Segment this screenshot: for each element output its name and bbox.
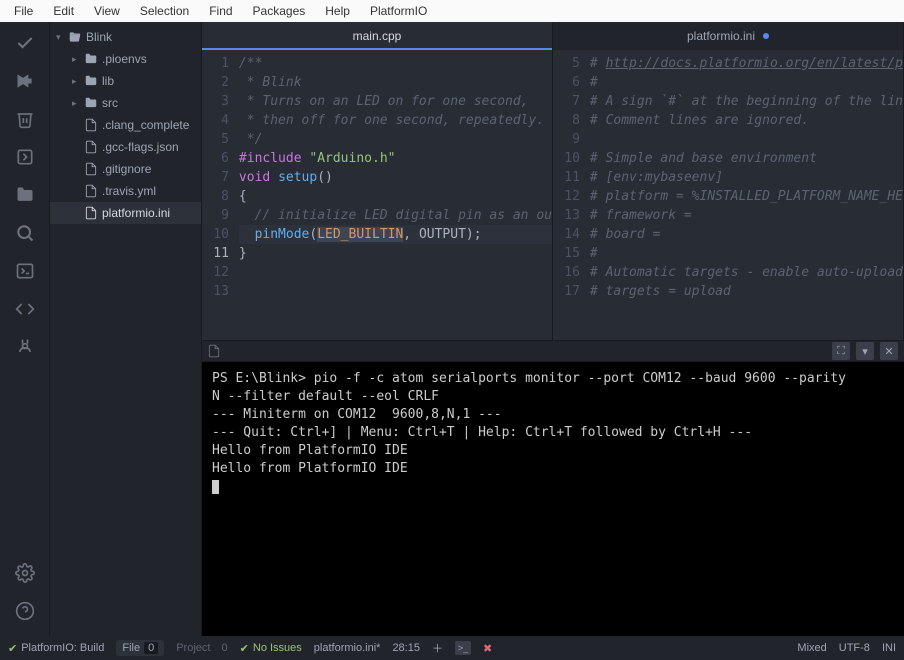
status-add-terminal[interactable]: ＋ xyxy=(432,640,443,656)
tree-root[interactable]: ▾ Blink xyxy=(50,26,201,48)
tabs-row: main.cpp platformio.ini xyxy=(202,22,904,50)
folder-icon[interactable] xyxy=(14,184,36,206)
tab-label: main.cpp xyxy=(353,29,402,43)
menu-file[interactable]: File xyxy=(4,2,43,20)
pane-footer: ⛶ ▾ ✕ xyxy=(202,340,904,362)
gutter: 12345678910111213 xyxy=(202,50,239,340)
init-icon[interactable] xyxy=(14,146,36,168)
status-language[interactable]: INI xyxy=(882,642,896,654)
menu-platformio[interactable]: PlatformIO xyxy=(360,2,437,20)
tree-file[interactable]: .clang_complete xyxy=(50,114,201,136)
modified-dot-icon xyxy=(763,33,769,39)
tree-label: platformio.ini xyxy=(102,206,170,220)
tree-label: lib xyxy=(102,74,114,88)
status-issues[interactable]: ✔No Issues xyxy=(240,642,302,655)
tree-label: .gcc-flags.json xyxy=(102,140,179,154)
tree-folder[interactable]: ▸.pioenvs xyxy=(50,48,201,70)
tree-file[interactable]: .gitignore xyxy=(50,158,201,180)
tree-label: .clang_complete xyxy=(102,118,189,132)
folder-icon xyxy=(84,52,98,66)
terminal-fullscreen-icon[interactable]: ⛶ xyxy=(832,342,850,360)
settings-icon[interactable] xyxy=(14,562,36,584)
folder-icon xyxy=(84,96,98,110)
check-icon[interactable] xyxy=(14,32,36,54)
count: 0 xyxy=(222,642,228,654)
status-encoding[interactable]: UTF-8 xyxy=(839,642,870,654)
menu-selection[interactable]: Selection xyxy=(130,2,199,20)
file-icon xyxy=(84,140,98,154)
tree-root-label: Blink xyxy=(86,30,112,44)
file-icon xyxy=(84,162,98,176)
count: 0 xyxy=(144,642,158,654)
editor-left[interactable]: 12345678910111213 /** * Blink * Turns on… xyxy=(202,50,553,340)
menu-edit[interactable]: Edit xyxy=(43,2,84,20)
tree-label: src xyxy=(102,96,118,110)
terminal-close-icon[interactable]: ✕ xyxy=(880,342,898,360)
upload-icon[interactable] xyxy=(14,70,36,92)
code-body[interactable]: # http://docs.platformio.org/en/latest/p… xyxy=(590,50,903,340)
status-file-count[interactable]: File 0 xyxy=(116,640,164,656)
menu-packages[interactable]: Packages xyxy=(243,2,316,20)
terminal-icon[interactable] xyxy=(14,260,36,282)
status-line-ending[interactable]: Mixed xyxy=(797,642,826,654)
label: No Issues xyxy=(253,642,302,654)
folder-icon xyxy=(84,74,98,88)
file-icon xyxy=(84,118,98,132)
tree-folder[interactable]: ▸lib xyxy=(50,70,201,92)
menu-view[interactable]: View xyxy=(84,2,130,20)
status-project-count[interactable]: Project 0 xyxy=(176,642,227,654)
status-filename[interactable]: platformio.ini* xyxy=(314,642,381,654)
status-bar: ✔PlatformIO: Build File 0 Project 0 ✔No I… xyxy=(0,636,904,660)
status-build[interactable]: ✔PlatformIO: Build xyxy=(8,642,104,655)
file-icon xyxy=(84,206,98,220)
editor-area: main.cpp platformio.ini 1234567891011121… xyxy=(202,22,904,636)
label: Project xyxy=(176,642,210,654)
code-icon[interactable] xyxy=(14,298,36,320)
tree-folder[interactable]: ▸src xyxy=(50,92,201,114)
tree-file[interactable]: platformio.ini xyxy=(50,202,201,224)
file-icon xyxy=(84,184,98,198)
menu-bar: File Edit View Selection Find Packages H… xyxy=(0,0,904,22)
status-build-label: PlatformIO: Build xyxy=(21,642,104,654)
code-body[interactable]: /** * Blink * Turns on an LED on for one… xyxy=(239,50,552,340)
tree-file[interactable]: .travis.yml xyxy=(50,180,201,202)
gutter: 567891011121314151617 xyxy=(553,50,590,340)
help-icon[interactable] xyxy=(14,600,36,622)
tab-label: platformio.ini xyxy=(687,29,755,43)
tree-file[interactable]: .gcc-flags.json xyxy=(50,136,201,158)
menu-help[interactable]: Help xyxy=(315,2,360,20)
search-icon[interactable] xyxy=(14,222,36,244)
plug-icon[interactable] xyxy=(14,336,36,358)
status-cursor-pos[interactable]: 28:15 xyxy=(392,642,420,654)
tab-platformio-ini[interactable]: platformio.ini xyxy=(553,22,904,50)
file-small-icon[interactable] xyxy=(202,344,226,358)
menu-find[interactable]: Find xyxy=(199,2,242,20)
status-close-terminal[interactable]: ✖ xyxy=(483,642,492,655)
tree-label: .gitignore xyxy=(102,162,151,176)
tool-dock xyxy=(0,22,50,636)
trash-icon[interactable] xyxy=(14,108,36,130)
status-terminal-tab[interactable]: >_ xyxy=(455,641,471,655)
label: File xyxy=(122,642,140,654)
file-tree: ▾ Blink ▸.pioenvs ▸lib ▸src .clang_compl… xyxy=(50,22,202,636)
editor-right[interactable]: 567891011121314151617 # http://docs.plat… xyxy=(553,50,904,340)
terminal-panel[interactable]: PS E:\Blink> pio -f -c atom serialports … xyxy=(202,362,904,636)
terminal-output: PS E:\Blink> pio -f -c atom serialports … xyxy=(202,362,904,504)
folder-open-icon xyxy=(68,30,82,44)
tab-main-cpp[interactable]: main.cpp xyxy=(202,22,553,50)
tree-label: .travis.yml xyxy=(102,184,156,198)
tree-label: .pioenvs xyxy=(102,52,147,66)
terminal-dropdown-icon[interactable]: ▾ xyxy=(856,342,874,360)
